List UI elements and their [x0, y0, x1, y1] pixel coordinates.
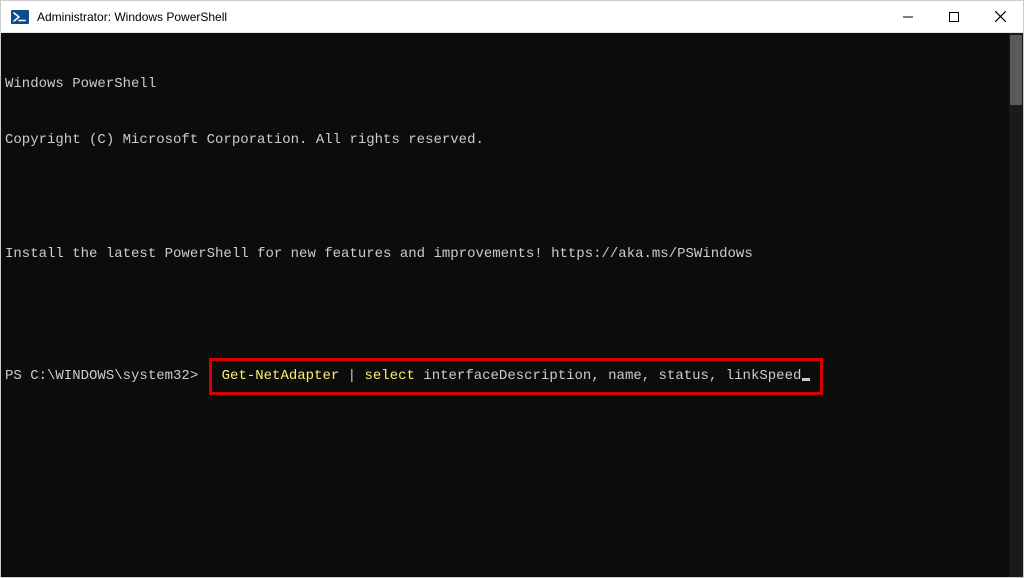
window-title: Administrator: Windows PowerShell [37, 10, 885, 24]
prompt-line: PS C:\WINDOWS\system32> Get-NetAdapter |… [5, 358, 1023, 395]
maximize-button[interactable] [931, 1, 977, 32]
command-args: interfaceDescription, name, status, link… [415, 368, 801, 384]
terminal-header-line: Windows PowerShell [5, 75, 1023, 94]
scrollbar[interactable] [1009, 33, 1023, 577]
powershell-icon [11, 8, 29, 26]
terminal-install-line: Install the latest PowerShell for new fe… [5, 245, 1023, 264]
select-keyword: select [364, 368, 414, 384]
pipe-operator: | [339, 368, 364, 384]
blank-line [5, 301, 1023, 320]
cursor [802, 378, 810, 381]
close-button[interactable] [977, 1, 1023, 32]
window-controls [885, 1, 1023, 32]
command-highlight: Get-NetAdapter | select interfaceDescrip… [209, 358, 824, 395]
terminal-content: Windows PowerShell Copyright (C) Microso… [1, 37, 1023, 433]
scrollbar-thumb[interactable] [1010, 35, 1022, 105]
prompt-text: PS C:\WINDOWS\system32> [5, 368, 198, 384]
powershell-window: Administrator: Windows PowerShell Window… [0, 0, 1024, 578]
minimize-button[interactable] [885, 1, 931, 32]
titlebar[interactable]: Administrator: Windows PowerShell [1, 1, 1023, 33]
terminal-area[interactable]: Windows PowerShell Copyright (C) Microso… [1, 33, 1023, 577]
terminal-copyright-line: Copyright (C) Microsoft Corporation. All… [5, 131, 1023, 150]
blank-line [5, 188, 1023, 207]
cmdlet-name: Get-NetAdapter [222, 368, 340, 384]
